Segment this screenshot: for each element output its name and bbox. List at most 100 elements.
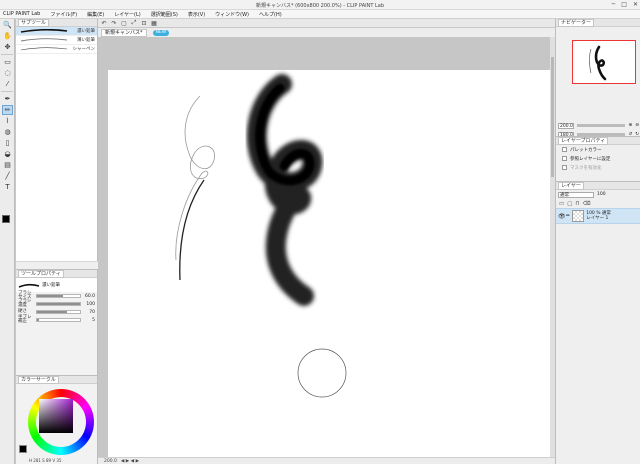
navigator-preview[interactable] (572, 40, 636, 84)
document-tab[interactable]: 新規キャンバス* (101, 28, 147, 37)
saturation-value-square[interactable] (39, 399, 73, 433)
zoom-icon: 🔍 (3, 21, 12, 29)
maximize-button[interactable]: □ (621, 1, 627, 8)
menu-select[interactable]: 選択範囲(S) (146, 11, 183, 18)
blend-mode-select[interactable]: 通常 (558, 191, 594, 198)
subtool-tab[interactable]: サブツール (18, 18, 50, 27)
layer-tab[interactable]: レイヤー (558, 181, 584, 190)
status-nav[interactable]: ◀ ▶ ◀ ▶ (121, 459, 139, 464)
current-color-swatch[interactable] (19, 445, 27, 453)
option-checkbox[interactable] (562, 156, 567, 161)
airbrush-icon: ◍ (4, 128, 11, 136)
layer-option[interactable]: 参照レイヤーに設定 (556, 154, 640, 163)
gradient-tool[interactable]: ▤ (2, 160, 13, 170)
lock-icon[interactable]: ⊓ (575, 201, 579, 207)
layer-item[interactable]: 👁 ✏ 100 % 通常 レイヤー 1 (556, 208, 640, 224)
lasso-icon: ◌ (4, 69, 11, 77)
deselect-icon[interactable]: ⊡ (140, 20, 148, 27)
new-badge: NEW (152, 29, 170, 36)
prop-stabilization[interactable]: 手ブレ補正 5 (16, 315, 97, 324)
foreground-color[interactable] (2, 215, 10, 223)
navigator-zoom-field[interactable]: 200.0 (558, 122, 574, 129)
tool-property-tab[interactable]: ツールプロパティ (18, 269, 64, 278)
opacity-value[interactable]: 100 (597, 192, 606, 197)
canvas-paper[interactable] (108, 70, 550, 457)
eyedropper-tool[interactable]: ⁄ (2, 79, 13, 89)
select-rect-tool[interactable]: ▭ (2, 57, 13, 67)
toolbox: 🔍 ✋ ✥ ▭ ◌ ⁄ ✒ ✏ ⌇ ◍ ▯ ◒ ▤ ╱ T (0, 19, 15, 464)
airbrush-tool[interactable]: ◍ (2, 127, 13, 137)
brush-item[interactable]: 濃い鉛筆 (16, 27, 97, 36)
fill-icon: ◒ (4, 150, 11, 158)
layer-option[interactable]: パレットカラー (556, 145, 640, 154)
prop-brush-density[interactable]: ブラシ濃度 100 (16, 299, 97, 308)
new-layer-icon[interactable]: ▭ (559, 201, 564, 207)
snap-icon[interactable]: ▦ (150, 20, 158, 27)
eraser-tool[interactable]: ▯ (2, 138, 13, 148)
prop-slider[interactable] (36, 302, 81, 306)
color-wheel-tab[interactable]: カラーサークル (18, 375, 59, 384)
zoom-in-icon[interactable]: ⊕ (628, 123, 632, 128)
hand-tool[interactable]: ✋ (2, 31, 13, 41)
new-folder-icon[interactable]: ▢ (567, 201, 572, 207)
navigator-header: ナビゲーター (556, 18, 640, 27)
eyedropper-icon: ⁄ (6, 80, 9, 88)
clear-icon[interactable]: ▢ (120, 20, 128, 27)
brush-tool[interactable]: ⌇ (2, 116, 13, 126)
move-tool[interactable]: ✥ (2, 42, 13, 52)
thin-stroke (179, 179, 205, 281)
brush-name: 濃い鉛筆 (77, 29, 95, 34)
canvas-area[interactable] (98, 37, 555, 457)
menu-help[interactable]: ヘルプ(H) (254, 11, 287, 18)
eye-icon[interactable]: 👁 (558, 213, 566, 220)
brush-item[interactable]: シャーペン (16, 45, 97, 54)
prop-slider-fill (37, 295, 63, 297)
subtool-footer (16, 261, 98, 269)
brush-stroke-preview (18, 283, 40, 288)
prop-value: 70 (89, 309, 95, 315)
menu-window[interactable]: ウィンドウ(W) (210, 11, 254, 18)
shape-tool[interactable]: ╱ (2, 171, 13, 181)
layer-thumbnail (572, 210, 585, 222)
fill-tool[interactable]: ◒ (2, 149, 13, 159)
move-icon: ✥ (4, 43, 11, 51)
menu-edit[interactable]: 編集(E) (82, 11, 109, 18)
minimize-button[interactable]: ─ (612, 1, 616, 8)
delete-layer-icon[interactable]: ⌫ (583, 201, 591, 207)
pencil-icon: ✏ (4, 106, 11, 114)
navigator-zoom-slider[interactable] (577, 124, 626, 127)
menu-file[interactable]: ファイル(F) (45, 11, 82, 18)
prop-slider[interactable] (36, 294, 81, 298)
option-label: マスクを有効化 (570, 165, 602, 171)
scrollbar-thumb[interactable] (551, 57, 554, 177)
document-tabs: 新規キャンバス* NEW (98, 28, 555, 37)
option-checkbox[interactable] (562, 147, 567, 152)
close-button[interactable]: ✕ (633, 1, 638, 8)
undo-icon[interactable]: ↶ (100, 20, 108, 27)
brush-item[interactable]: 薄い鉛筆 (16, 36, 97, 45)
layer-toolbar: ▭ ▢ ⊓ ⌫ (556, 199, 640, 208)
layer-property-tab[interactable]: レイヤープロパティ (558, 136, 609, 145)
text-tool[interactable]: T (2, 182, 13, 192)
menu-view[interactable]: 表示(V) (183, 11, 210, 18)
zoom-out-icon[interactable]: ⊖ (635, 123, 639, 128)
prop-slider[interactable] (36, 310, 81, 314)
pen-tool[interactable]: ✒ (2, 94, 13, 104)
prop-slider-fill (37, 311, 68, 313)
redo-icon[interactable]: ↷ (110, 20, 118, 27)
color-wheel-header: カラーサークル (16, 375, 97, 384)
navigator-tab[interactable]: ナビゲーター (558, 18, 595, 27)
brush-stroke-preview (20, 38, 68, 42)
main-color-chip[interactable] (2, 215, 13, 226)
zoom-tool[interactable]: 🔍 (2, 20, 13, 30)
status-bar: 200.0 ◀ ▶ ◀ ▶ (98, 457, 555, 464)
window-controls: ─ □ ✕ (612, 1, 638, 8)
layer-panel: レイヤー 通常 100 ▭ ▢ ⊓ ⌫ 👁 ✏ 100 % 通常 レイヤー 1 (556, 181, 640, 464)
menu-layer[interactable]: レイヤー(L) (109, 11, 146, 18)
pencil-tool[interactable]: ✏ (2, 105, 13, 115)
eraser-icon: ▯ (5, 139, 10, 147)
transform-icon[interactable]: ⤢ (130, 19, 138, 27)
lasso-tool[interactable]: ◌ (2, 68, 13, 78)
prop-slider[interactable] (36, 318, 81, 322)
subtool-header: サブツール (16, 18, 97, 27)
